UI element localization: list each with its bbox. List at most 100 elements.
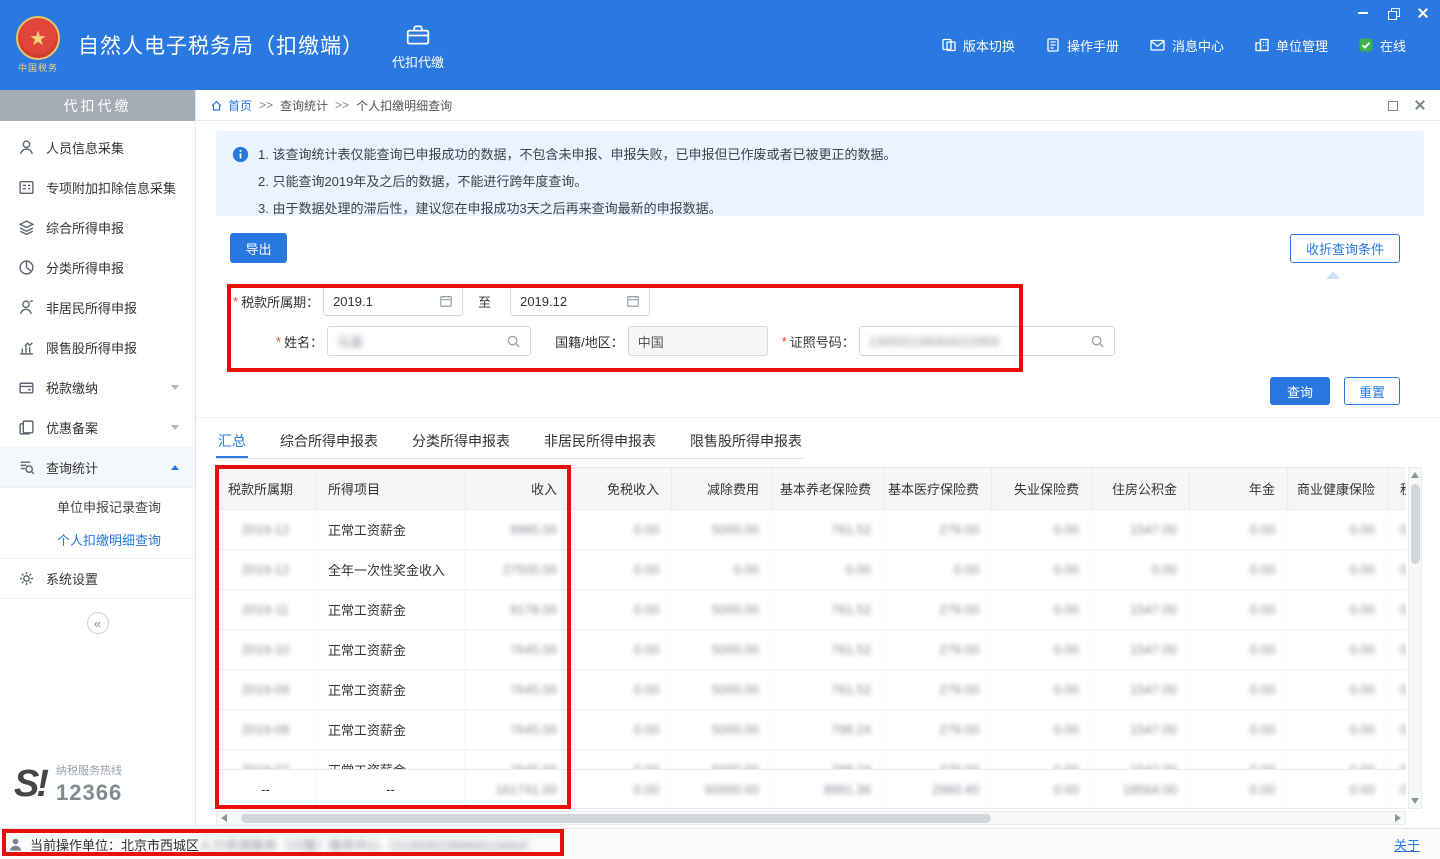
tab-withholding-module[interactable]: 代扣代缴	[392, 19, 444, 71]
pie-chart-icon	[18, 259, 35, 276]
panel-controls	[1386, 99, 1426, 111]
sidebar-collapse-button[interactable]: «	[87, 612, 109, 634]
panel-close-icon[interactable]	[1414, 99, 1426, 111]
sidebar-subitem-label: 个人扣缴明细查询	[57, 530, 161, 549]
table-row[interactable]: 2019-07正常工资薪金7645.000.005000.00798.24279…	[216, 750, 1406, 769]
totals-cell: --	[316, 770, 466, 808]
id-number-input[interactable]: 130502199304222859	[859, 326, 1115, 356]
totals-cell: 0.00	[1190, 770, 1288, 808]
minimize-icon[interactable]	[1356, 6, 1370, 20]
table-cell: 279.00	[884, 630, 992, 669]
nationality-input[interactable]: 中国	[628, 326, 768, 356]
calendar-icon	[439, 294, 453, 308]
table-cell: 0.00	[992, 750, 1092, 769]
org-management-link[interactable]: 单位管理	[1254, 36, 1328, 55]
table-cell: 7645.00	[466, 710, 570, 749]
top-link-label: 在线	[1380, 36, 1406, 55]
scroll-down-icon[interactable]	[1409, 794, 1421, 808]
table-cell: 0.00	[1190, 670, 1288, 709]
table-cell: 27500.00	[466, 550, 570, 589]
table-row[interactable]: 2019-12正常工资薪金9985.000.005000.00761.52279…	[216, 510, 1406, 550]
horizontal-scroll-track[interactable]	[231, 812, 1391, 824]
table-cell: 0.00	[992, 510, 1092, 549]
breadcrumb-home[interactable]: 首页	[210, 97, 252, 114]
notice-line: 1. 该查询统计表仅能查询已申报成功的数据，不包含未申报、申报失败，已申报但已作…	[258, 141, 896, 168]
sidebar-subitem-unit-declaration-records[interactable]: 单位申报记录查询	[0, 490, 195, 523]
close-icon[interactable]	[1416, 6, 1430, 20]
horizontal-scrollbar[interactable]	[216, 811, 1406, 825]
period-end-value: 2019.12	[520, 294, 567, 309]
sidebar-item-tax-payment[interactable]: 税款缴纳	[0, 367, 195, 407]
table-row[interactable]: 2019-10正常工资薪金7645.000.005000.00761.52279…	[216, 630, 1406, 670]
sidebar-item-special-deduction[interactable]: 专项附加扣除信息采集	[0, 167, 195, 207]
table-row[interactable]: 2019-12全年一次性奖金收入27500.000.000.000.000.00…	[216, 550, 1406, 590]
scroll-left-icon[interactable]	[217, 812, 231, 824]
scroll-right-icon[interactable]	[1391, 812, 1405, 824]
table-cell: 正常工资薪金	[316, 670, 466, 709]
table-cell: 0.00	[992, 550, 1092, 589]
column-header: 收入	[466, 468, 570, 509]
current-unit-masked: 人力资源服务（兴隆）服务中心（213505239984513464）	[199, 835, 537, 854]
column-header: 税款所属期	[216, 468, 316, 509]
hotline-label: 纳税服务热线	[56, 762, 122, 778]
table-cell: 1547.00	[1092, 590, 1190, 629]
version-switch-link[interactable]: 版本切换	[941, 36, 1015, 55]
tab-restricted-shares-return[interactable]: 限售股所得申报表	[688, 423, 804, 458]
top-link-label: 消息中心	[1172, 36, 1224, 55]
id-number-value: 130502199304222859	[869, 334, 999, 349]
scroll-up-icon[interactable]	[1409, 468, 1421, 482]
period-end-input[interactable]: 2019.12	[510, 286, 650, 316]
table-cell: 279.00	[884, 590, 992, 629]
about-link[interactable]: 关于	[1394, 835, 1420, 854]
table-cell: 0.00	[1288, 670, 1388, 709]
column-header: 免税收入	[570, 468, 672, 509]
sidebar-item-nonresident-income[interactable]: 非居民所得申报	[0, 287, 195, 327]
table-cell: 761.52	[772, 670, 884, 709]
table-cell: 5000.00	[672, 710, 772, 749]
chevron-down-icon	[171, 385, 179, 390]
sidebar-item-restricted-shares[interactable]: 限售股所得申报	[0, 327, 195, 367]
tab-summary[interactable]: 汇总	[216, 423, 248, 458]
tab-classified-income-return[interactable]: 分类所得申报表	[410, 423, 512, 458]
tab-comprehensive-income-return[interactable]: 综合所得申报表	[278, 423, 380, 458]
restore-icon[interactable]	[1386, 6, 1400, 20]
message-center-link[interactable]: 消息中心	[1149, 36, 1224, 55]
reset-button[interactable]: 重置	[1344, 377, 1400, 405]
sidebar-item-comprehensive-income[interactable]: 综合所得申报	[0, 207, 195, 247]
table-row[interactable]: 2019-09正常工资薪金7645.000.005000.00761.52279…	[216, 670, 1406, 710]
sidebar-subitem-personal-withholding-detail[interactable]: 个人扣缴明细查询	[0, 523, 195, 556]
user-icon	[8, 837, 23, 852]
table-totals-row: ----161741.000.0060000.008991.362960.400…	[216, 769, 1406, 809]
export-button[interactable]: 导出	[230, 233, 287, 263]
vertical-scroll-thumb[interactable]	[1411, 484, 1420, 564]
panel-restore-icon[interactable]	[1386, 99, 1398, 111]
tab-nonresident-income-return[interactable]: 非居民所得申报表	[542, 423, 658, 458]
vertical-scrollbar[interactable]	[1408, 467, 1422, 809]
breadcrumb-item[interactable]: 查询统计	[280, 97, 328, 114]
table-cell: 0.00	[570, 630, 672, 669]
id-number-label: 证照号码：	[790, 332, 855, 351]
collapse-query-button[interactable]: 收折查询条件	[1290, 234, 1400, 263]
period-start-input[interactable]: 2019.1	[323, 286, 463, 316]
column-header: 住房公积金	[1092, 468, 1190, 509]
vertical-scroll-track[interactable]	[1409, 482, 1421, 794]
hotline-block: S! 纳税服务热线 12366	[0, 762, 195, 806]
sidebar-item-label: 人员信息采集	[46, 138, 124, 157]
manual-link[interactable]: 操作手册	[1045, 36, 1119, 55]
search-button[interactable]: 查询	[1270, 377, 1330, 405]
horizontal-scroll-thumb[interactable]	[241, 814, 991, 823]
period-to-label: 至	[478, 292, 491, 311]
name-input[interactable]: 马某	[327, 326, 531, 356]
sidebar-item-system-settings[interactable]: 系统设置	[0, 559, 195, 599]
version-switch-icon	[941, 37, 957, 53]
sidebar-item-classified-income[interactable]: 分类所得申报	[0, 247, 195, 287]
column-header: 基本医疗保险费	[884, 468, 992, 509]
sidebar-item-preferential-filing[interactable]: 优惠备案	[0, 407, 195, 447]
table-row[interactable]: 2019-08正常工资薪金7645.000.005000.00798.24279…	[216, 710, 1406, 750]
table-row[interactable]: 2019-11正常工资薪金9178.000.005000.00761.52279…	[216, 590, 1406, 630]
online-status[interactable]: 在线	[1358, 36, 1406, 55]
sidebar-item-personnel-info[interactable]: 人员信息采集	[0, 127, 195, 167]
table-cell: 5000.00	[672, 670, 772, 709]
table-cell: 279.00	[884, 510, 992, 549]
sidebar-item-query-statistics[interactable]: 查询统计	[0, 447, 195, 487]
